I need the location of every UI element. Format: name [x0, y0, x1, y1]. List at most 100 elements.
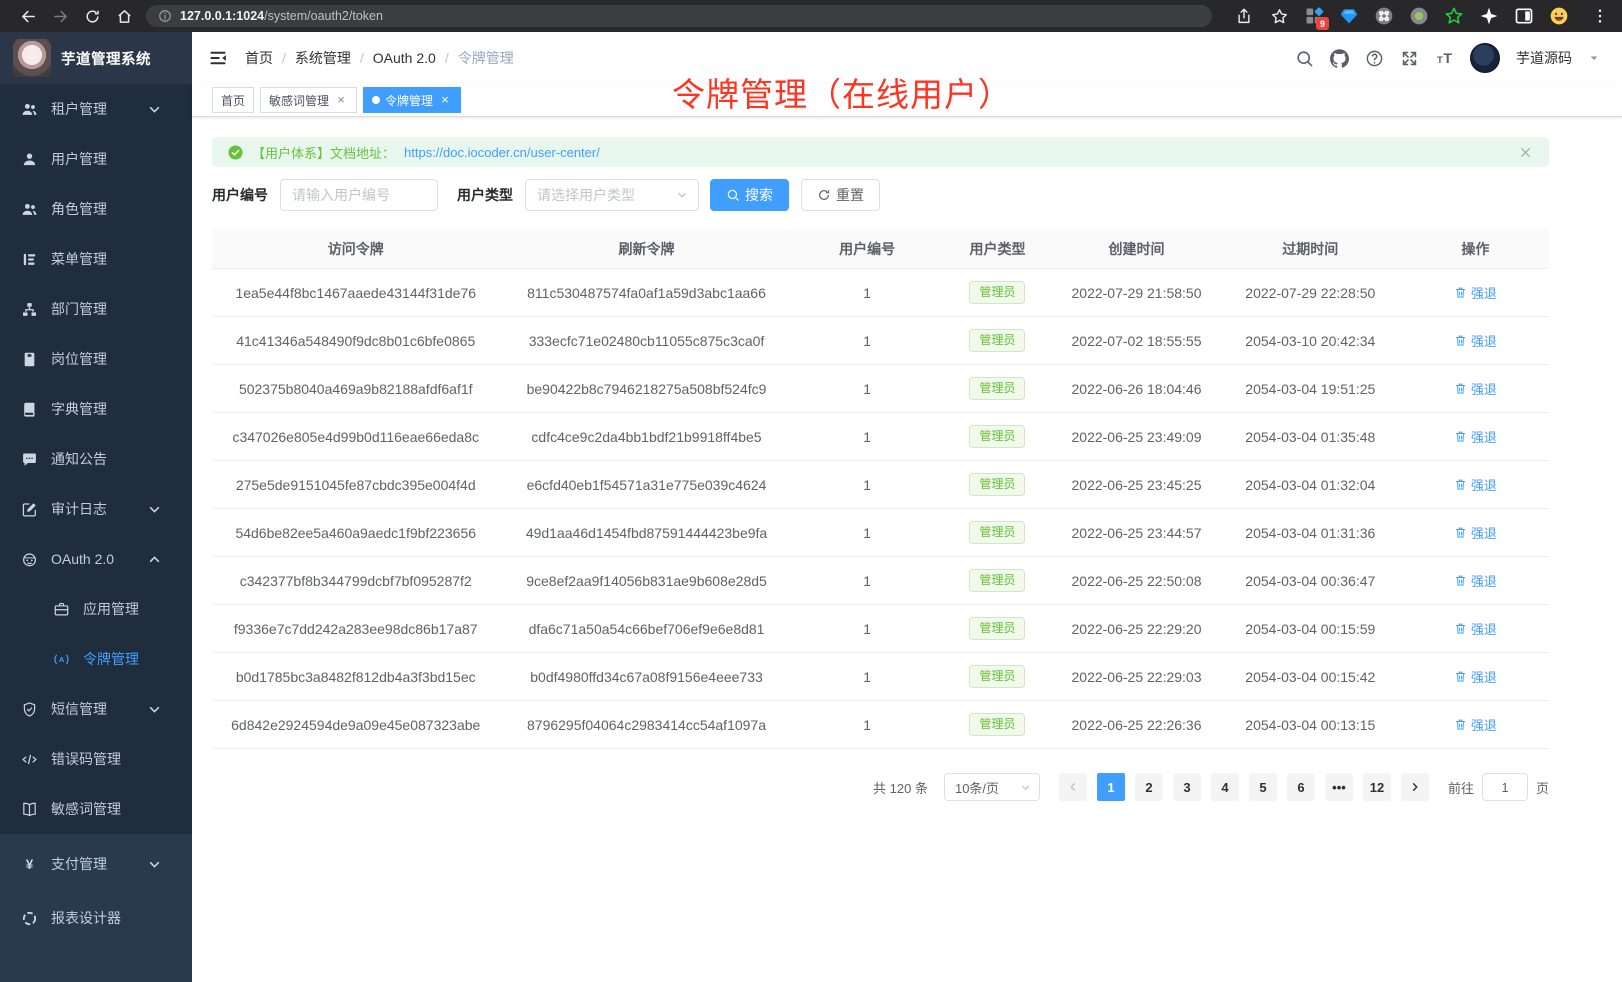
user-id-input[interactable] — [280, 179, 438, 211]
extension-sparkle-icon[interactable] — [1479, 6, 1499, 26]
sidebar-item-sensitive-word[interactable]: 敏感词管理 — [0, 784, 192, 834]
extension-squares-icon[interactable]: 9 — [1304, 6, 1324, 26]
expire-time-cell: 2054-03-04 01:35:48 — [1219, 429, 1402, 445]
sidebar-item-report-designer[interactable]: 报表设计器 — [0, 891, 192, 945]
trash-icon — [1454, 670, 1467, 683]
extension-command-icon[interactable] — [1374, 6, 1394, 26]
extension-record-icon[interactable] — [1409, 6, 1429, 26]
force-logout-button[interactable]: 强退 — [1454, 571, 1497, 590]
action-cell: 强退 — [1402, 571, 1549, 590]
sidebar-item-role[interactable]: 角色管理 — [0, 184, 192, 234]
page-button-5[interactable]: 5 — [1249, 773, 1277, 801]
token-table: 访问令牌刷新令牌用户编号用户类型创建时间过期时间操作 1ea5e44f8bc14… — [212, 229, 1549, 749]
sidebar-item-oauth2[interactable]: OAuth 2.0 — [0, 534, 192, 584]
force-logout-button[interactable]: 强退 — [1454, 427, 1497, 446]
breadcrumb-system[interactable]: 系统管理 — [295, 48, 351, 68]
tab-close-icon[interactable]: × — [438, 93, 452, 107]
page-button-12[interactable]: 12 — [1363, 773, 1391, 801]
reload-icon[interactable] — [76, 2, 108, 30]
goto-label: 前往 — [1448, 778, 1474, 797]
sidebar-toggle-icon[interactable] — [208, 48, 228, 68]
browser-menu-dots-icon[interactable] — [1590, 6, 1610, 26]
tab-token[interactable]: 令牌管理× — [363, 87, 461, 113]
bookmark-star-icon[interactable] — [1269, 6, 1289, 26]
home-icon[interactable] — [108, 2, 140, 30]
user-type-cell: 管理员 — [941, 665, 1055, 688]
page-button-3[interactable]: 3 — [1173, 773, 1201, 801]
sidebar-item-error-code[interactable]: 错误码管理 — [0, 734, 192, 784]
extension-green-star-icon[interactable] — [1444, 6, 1464, 26]
force-logout-button[interactable]: 强退 — [1454, 523, 1497, 542]
fullscreen-icon[interactable] — [1400, 49, 1419, 68]
access-token-cell: 502375b8040a469a9b82188afdf6af1f — [212, 381, 499, 397]
sidebar-item-label: 通知公告 — [51, 449, 107, 469]
sidebar-item-post[interactable]: 岗位管理 — [0, 334, 192, 384]
info-icon[interactable] — [158, 9, 172, 23]
chevron-down-icon — [146, 101, 163, 118]
sidebar-item-dept[interactable]: 部门管理 — [0, 284, 192, 334]
column-header: 刷新令牌 — [499, 239, 793, 259]
extension-emoji-icon[interactable] — [1549, 6, 1569, 26]
page-button-6[interactable]: 6 — [1287, 773, 1315, 801]
sidebar-item-sms[interactable]: 短信管理 — [0, 684, 192, 734]
doc-link[interactable]: https://doc.iocoder.cn/user-center/ — [404, 145, 600, 160]
reset-button[interactable]: 重置 — [801, 179, 880, 211]
forward-icon[interactable] — [44, 2, 76, 30]
force-logout-button[interactable]: 强退 — [1454, 379, 1497, 398]
force-logout-button[interactable]: 强退 — [1454, 331, 1497, 350]
page-button-2[interactable]: 2 — [1135, 773, 1163, 801]
user-avatar[interactable] — [1470, 43, 1500, 73]
force-logout-button[interactable]: 强退 — [1454, 475, 1497, 494]
help-icon[interactable] — [1365, 49, 1384, 68]
breadcrumb-oauth2[interactable]: OAuth 2.0 — [373, 50, 436, 66]
back-icon[interactable] — [12, 2, 44, 30]
force-logout-button[interactable]: 强退 — [1454, 715, 1497, 734]
prev-page-button[interactable] — [1059, 773, 1087, 801]
force-logout-button[interactable]: 强退 — [1454, 619, 1497, 638]
goto-page-input[interactable] — [1482, 773, 1528, 801]
sidebar-item-dict[interactable]: 字典管理 — [0, 384, 192, 434]
page-ellipsis[interactable]: ••• — [1325, 773, 1353, 801]
page-button-1[interactable]: 1 — [1097, 773, 1125, 801]
sidebar-item-menu[interactable]: 菜单管理 — [0, 234, 192, 284]
extension-gem-icon[interactable] — [1339, 6, 1359, 26]
user-name[interactable]: 芋道源码 — [1516, 48, 1572, 68]
sidebar-item-pay[interactable]: ¥支付管理 — [0, 837, 192, 891]
action-cell: 强退 — [1402, 427, 1549, 446]
user-type-select[interactable]: 请选择用户类型 — [525, 179, 699, 211]
page-size-select[interactable]: 10条/页 — [944, 773, 1040, 801]
chevron-down-icon — [146, 856, 163, 873]
breadcrumb-home[interactable]: 首页 — [245, 48, 273, 68]
share-icon[interactable] — [1234, 6, 1254, 26]
header-search-icon[interactable] — [1295, 49, 1314, 68]
force-logout-button[interactable]: 强退 — [1454, 283, 1497, 302]
table-row: 41c41346a548490f9dc8b01c6bfe0865 333ecfc… — [212, 317, 1549, 365]
address-bar[interactable]: 127.0.0.1:1024/system/oauth2/token — [146, 5, 1212, 27]
force-logout-button[interactable]: 强退 — [1454, 667, 1497, 686]
tab-close-icon[interactable]: × — [334, 93, 348, 107]
tab-sensitive-word[interactable]: 敏感词管理× — [260, 87, 357, 113]
table-row: 1ea5e44f8bc1467aaede43144f31de76 811c530… — [212, 269, 1549, 317]
svg-text:A: A — [59, 655, 65, 664]
user-caret-down-icon[interactable] — [1588, 52, 1600, 64]
extension-panel-icon[interactable] — [1514, 6, 1534, 26]
created-time-cell: 2022-06-25 23:45:25 — [1054, 477, 1218, 493]
sidebar-item-audit[interactable]: 审计日志 — [0, 484, 192, 534]
refresh-token-cell: b0df4980ffd34c67a08f9156e4eee733 — [499, 669, 793, 685]
next-page-button[interactable] — [1401, 773, 1429, 801]
sidebar-item-notice[interactable]: 通知公告 — [0, 434, 192, 484]
page-button-4[interactable]: 4 — [1211, 773, 1239, 801]
font-size-icon[interactable]: TT — [1435, 49, 1454, 68]
force-logout-label: 强退 — [1471, 427, 1497, 446]
alert-close-icon[interactable] — [1518, 145, 1533, 160]
sidebar-item-oauth2-app[interactable]: 应用管理 — [0, 584, 192, 634]
tab-home[interactable]: 首页 — [212, 87, 254, 113]
sidebar-item-oauth2-token[interactable]: A令牌管理 — [0, 634, 192, 684]
user-id-cell: 1 — [794, 381, 941, 397]
user-type-cell: 管理员 — [941, 713, 1055, 736]
success-check-icon — [228, 145, 243, 160]
sidebar-item-user[interactable]: 用户管理 — [0, 134, 192, 184]
github-icon[interactable] — [1330, 49, 1349, 68]
search-button[interactable]: 搜索 — [710, 179, 789, 211]
sidebar-item-tenant[interactable]: 租户管理 — [0, 84, 192, 134]
